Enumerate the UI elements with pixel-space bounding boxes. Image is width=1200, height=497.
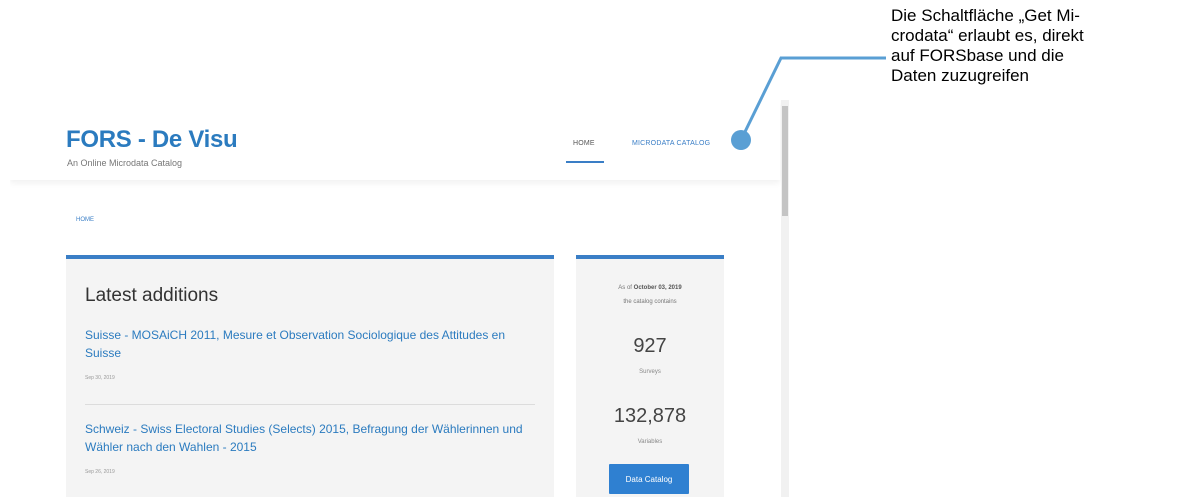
scrollbar[interactable] [781,100,789,497]
site-subtitle: An Online Microdata Catalog [67,158,183,168]
screenshot-area: FORS - De Visu An Online Microdata Catal… [10,100,790,497]
surveys-label: Surveys [639,369,661,375]
stats-as-of-prefix: As of [618,285,632,291]
surveys-count: 927 [633,335,667,357]
callout-annotation: Die Schaltfläche „Get Mi- crodata“ erlau… [891,6,1084,85]
study-link[interactable]: Suisse - MOSAiCH 2011, Mesure et Observa… [85,326,525,362]
variables-count: 132,878 [613,405,687,427]
variables-label: Variables [637,439,663,445]
nav-active-indicator [566,161,604,163]
study-link[interactable]: Schweiz - Swiss Electoral Studies (Selec… [85,420,525,456]
scrollbar-thumb[interactable] [782,106,788,216]
breadcrumb[interactable]: HOME [76,217,94,223]
stats-as-of: As of October 03, 2019 [576,285,724,291]
latest-additions-card: Latest additions Suisse - MOSAiCH 2011, … [66,255,554,497]
divider [85,404,535,405]
catalog-stats-card: As of October 03, 2019 the catalog conta… [576,255,724,497]
stats-catalog-contains: the catalog contains [623,299,677,305]
stats-as-of-date: October 03, 2019 [633,285,682,291]
nav-microdata-catalog[interactable]: MICRODATA CATALOG [632,140,710,147]
site-title[interactable]: FORS - De Visu [66,126,238,154]
study-date: Sep 30, 2019 [85,375,115,381]
nav-home[interactable]: HOME [573,140,595,147]
data-catalog-button[interactable]: Data Catalog [609,464,689,494]
latest-additions-heading: Latest additions [85,285,219,306]
site-header: FORS - De Visu An Online Microdata Catal… [10,100,780,180]
study-date: Sep 26, 2019 [85,469,115,475]
